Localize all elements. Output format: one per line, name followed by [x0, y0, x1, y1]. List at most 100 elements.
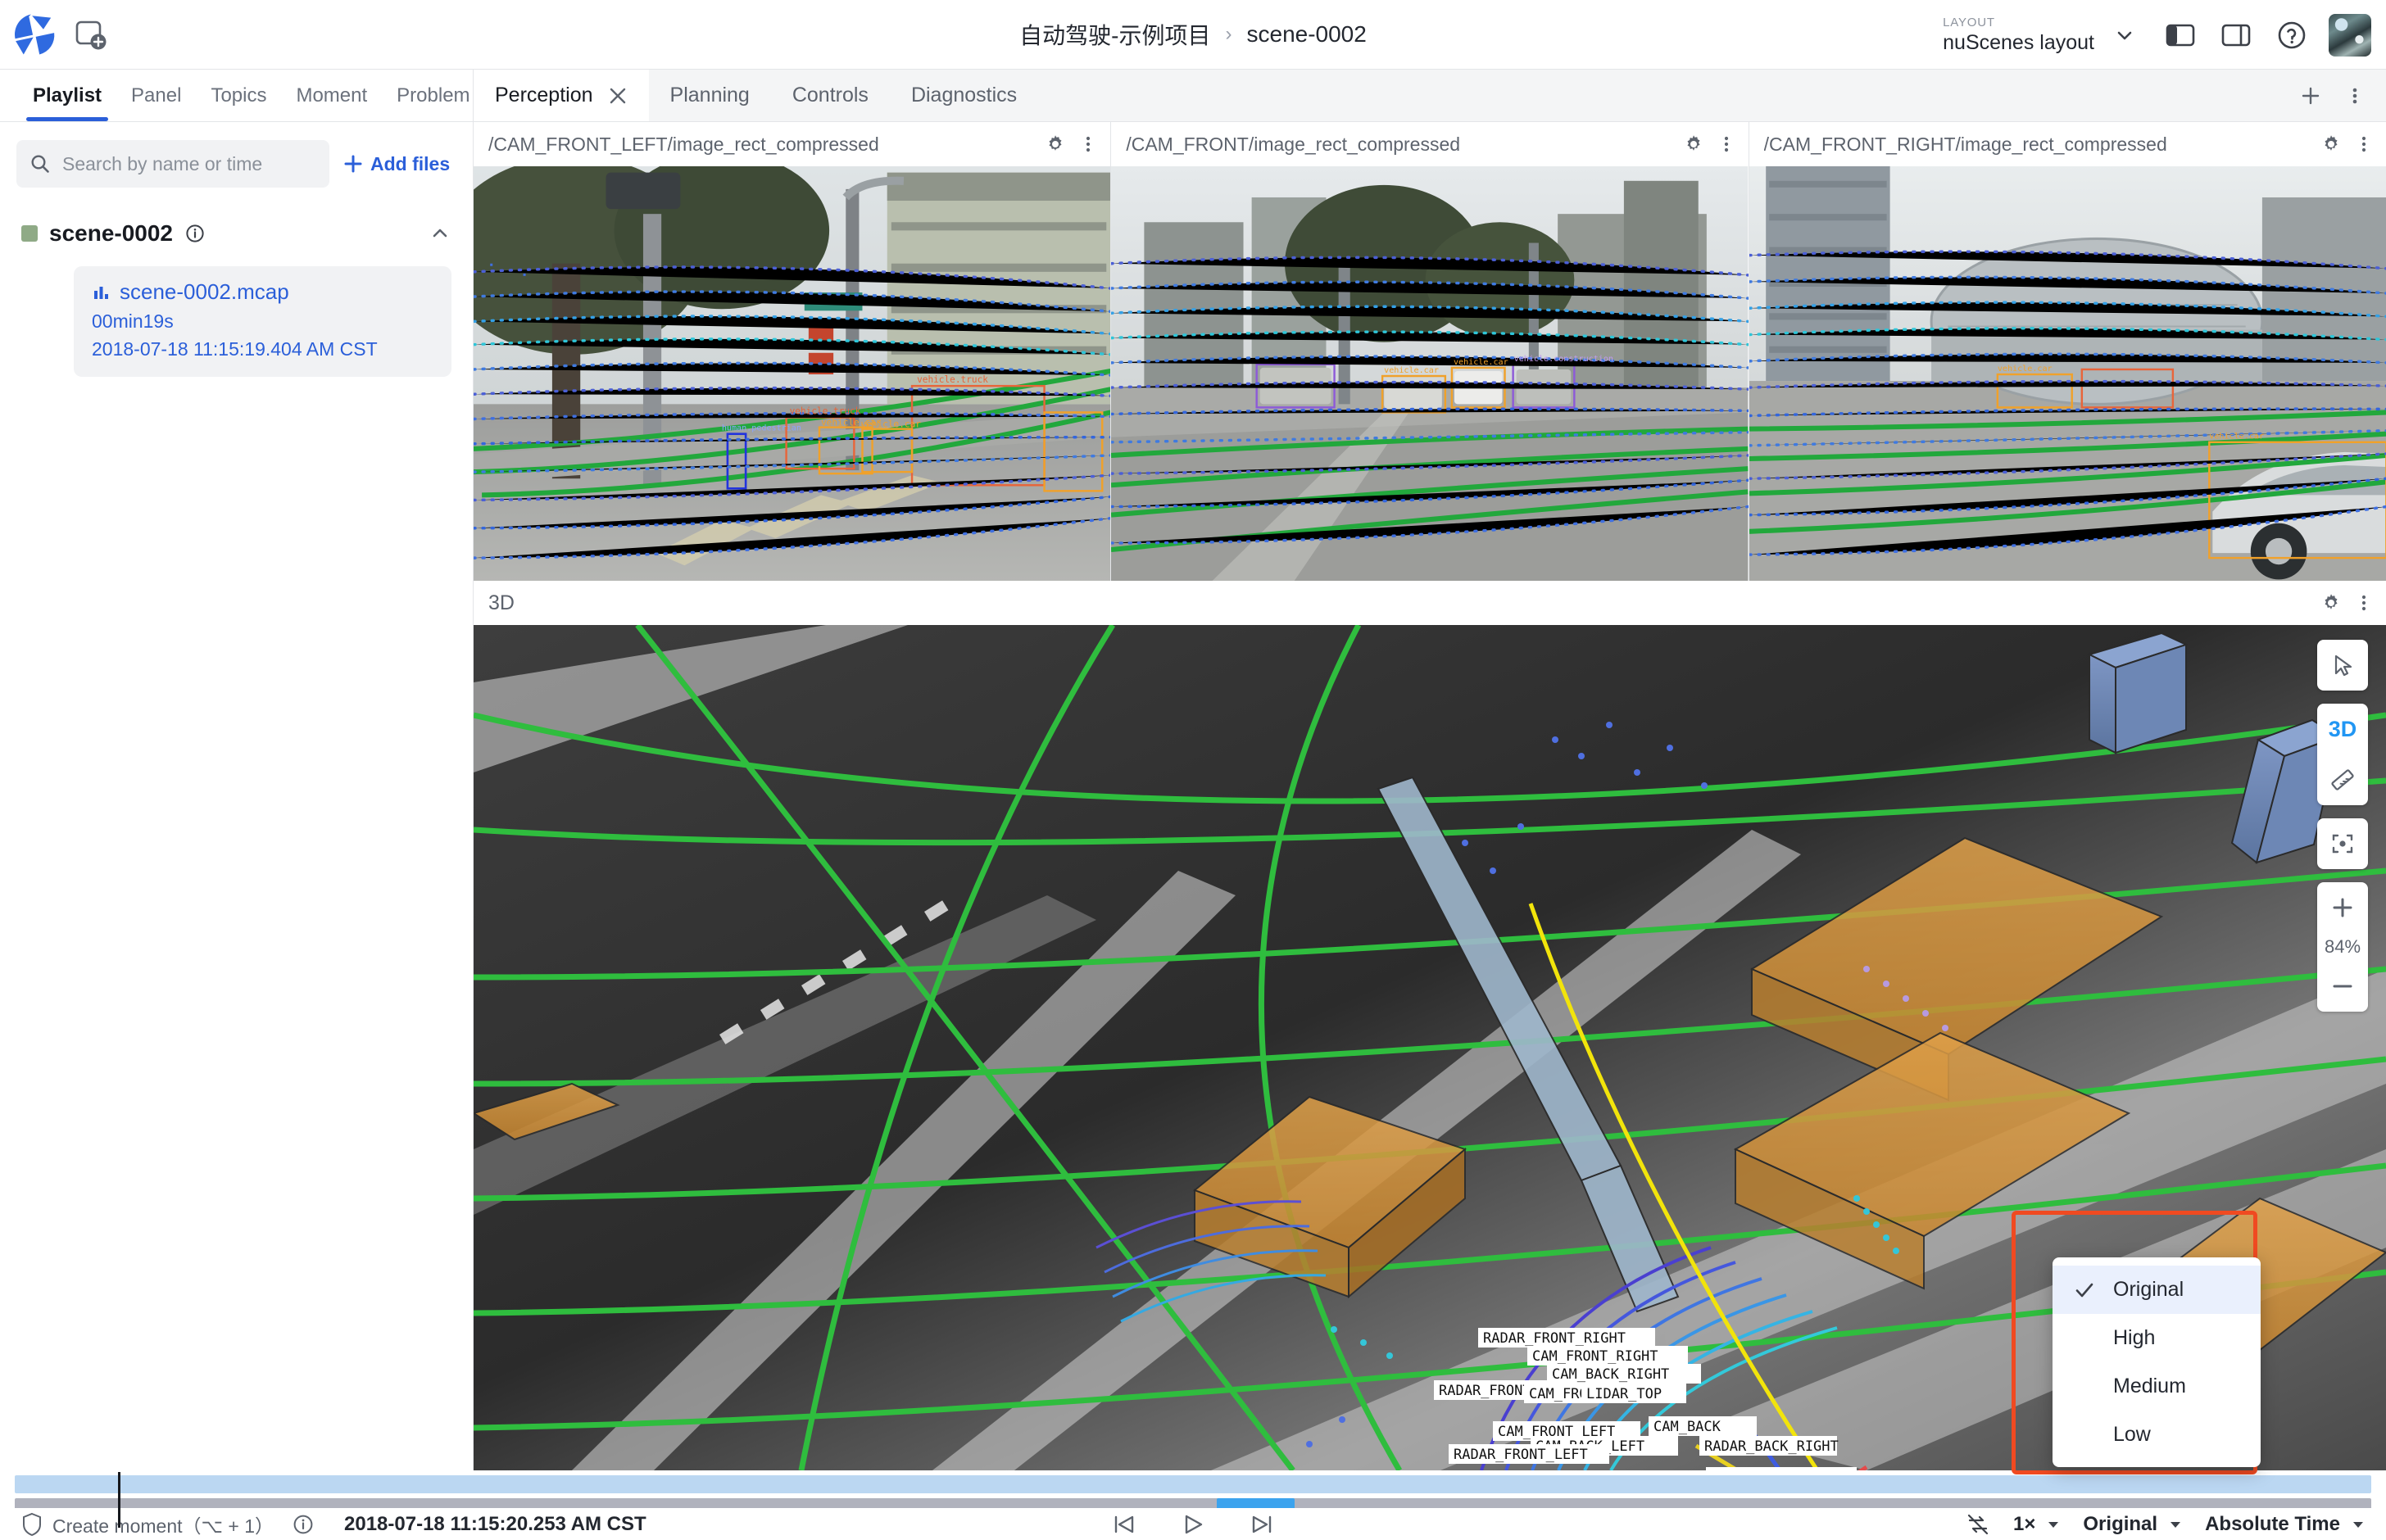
sidebar-search-row: Add files [0, 122, 473, 196]
perspective-toggle-button[interactable]: 3D [2317, 704, 2368, 754]
repeat-off-icon[interactable] [1964, 1511, 1992, 1538]
pointer-tool-group [2317, 640, 2368, 691]
chevron-down-icon[interactable] [2106, 16, 2143, 54]
gear-icon[interactable] [1683, 134, 1704, 155]
chevron-up-icon[interactable] [429, 222, 451, 245]
seek-back-button[interactable] [1109, 1510, 1139, 1539]
quality-option-medium[interactable]: Medium [2053, 1362, 2261, 1411]
sidebar-tab-label: Moment [296, 84, 368, 106]
more-vertical-icon[interactable] [1716, 134, 1737, 155]
quality-option-low[interactable]: Low [2053, 1411, 2261, 1459]
breadcrumb-scene[interactable]: scene-0002 [1246, 21, 1366, 48]
camera-panel-front-right: /CAM_FRONT_RIGHT/image_rect_compressed v… [1749, 122, 2386, 581]
more-vertical-icon[interactable] [1077, 134, 1099, 155]
camera-topic-title: /CAM_FRONT_RIGHT/image_rect_compressed [1763, 133, 2167, 155]
tab-planning[interactable]: Planning [649, 70, 771, 121]
left-sidebar-toggle-icon[interactable] [2161, 16, 2199, 54]
camera-topic-title: /CAM_FRONT/image_rect_compressed [1126, 133, 1461, 155]
camera-panel-front: /CAM_FRONT/image_rect_compressed vehicle… [1111, 122, 1749, 581]
bottom-bar-right: 1× Original Absolute Time [1964, 1511, 2366, 1538]
timeline-playhead[interactable] [118, 1472, 120, 1528]
file-name: scene-0002.mcap [120, 279, 289, 304]
svg-text:vehicle.car: vehicle.car [1454, 358, 1508, 367]
playlist-scene-header[interactable]: scene-0002 [0, 196, 473, 255]
gear-icon[interactable] [2320, 134, 2342, 155]
camera-image-front-left[interactable]: vehicle.truck vehicle.truck vehicle.car … [474, 166, 1111, 581]
sidebar-tab-label: Playlist [33, 84, 102, 106]
close-icon[interactable] [608, 86, 628, 106]
focus-target-icon[interactable] [2317, 818, 2368, 869]
sidebar-tab-label: Problem [397, 84, 470, 106]
camera-panel-header: /CAM_FRONT_RIGHT/image_rect_compressed [1749, 122, 2386, 166]
gear-icon[interactable] [2320, 592, 2342, 614]
svg-text:CAM_BACK: CAM_BACK [1653, 1419, 1721, 1435]
layout-selector[interactable]: LAYOUT nuScenes layout [1943, 16, 2143, 55]
tab-controls[interactable]: Controls [771, 70, 890, 121]
bottom-bar: Create moment（⌥ + 1） 2018-07-18 11:15:20… [0, 1508, 2386, 1540]
timeline-events-track[interactable] [15, 1475, 2371, 1493]
info-circle-icon[interactable] [184, 223, 206, 244]
camera-panel-header: /CAM_FRONT_LEFT/image_rect_compressed [474, 122, 1111, 166]
playback-speed-selector[interactable]: 1× [2013, 1513, 2062, 1536]
svg-text:vehicle.truck: vehicle.truck [790, 405, 861, 416]
sidebar-tab-panel[interactable]: Panel [116, 70, 196, 121]
avatar[interactable] [2329, 13, 2371, 57]
svg-text:human.pedestrian: human.pedestrian [722, 424, 801, 433]
timeline [0, 1470, 2386, 1528]
file-start-time: 2018-07-18 11:15:19.404 AM CST [92, 338, 378, 360]
add-tab-icon[interactable] [2299, 84, 2322, 107]
camera-image-front[interactable]: vehicle.car vehicle.car vehicle.construc… [1111, 166, 1749, 581]
info-circle-icon[interactable] [292, 1513, 315, 1536]
search-field[interactable] [16, 140, 329, 188]
zoom-out-button[interactable] [2317, 961, 2368, 1012]
sidebar-tab-moment[interactable]: Moment [281, 70, 382, 121]
tab-label: Planning [669, 84, 750, 106]
search-input[interactable] [62, 152, 316, 175]
sidebar-tab-playlist[interactable]: Playlist [18, 70, 116, 121]
panel-tab-bar: Perception Planning Controls Diagnostics [474, 70, 2386, 122]
bottom-bar-left: Create moment（⌥ + 1） 2018-07-18 11:15:20… [0, 1511, 646, 1538]
create-moment-label: Create moment（⌥ + 1） [52, 1515, 274, 1537]
threed-panel-header: 3D [474, 581, 2386, 625]
quality-dropdown-menu: Original High Medium Low [2053, 1257, 2261, 1467]
play-button[interactable] [1178, 1510, 1208, 1539]
sidebar-tab-problem[interactable]: Problem [382, 70, 473, 121]
svg-text:RADAR_FRONT: RADAR_FRONT [1439, 1383, 1531, 1399]
zoom-in-button[interactable] [2317, 882, 2368, 933]
sidebar-tabs: Playlist Panel Topics Moment Problem [0, 70, 473, 122]
more-vertical-icon[interactable] [2353, 134, 2375, 155]
quality-option-label: High [2113, 1326, 2156, 1349]
svg-text:RADAR_BACK_RIGHT: RADAR_BACK_RIGHT [1704, 1438, 1839, 1455]
camera-image-front-right[interactable]: vehicle.car vehicle.car [1749, 166, 2386, 581]
playback-controls [1109, 1510, 1277, 1539]
cursor-pointer-icon[interactable] [2317, 640, 2368, 691]
add-files-button[interactable]: Add files [342, 153, 450, 175]
quality-option-high[interactable]: High [2053, 1314, 2261, 1362]
tab-actions [2299, 70, 2386, 121]
time-mode-value: Absolute Time [2205, 1512, 2340, 1535]
quality-option-original[interactable]: Original [2053, 1266, 2261, 1314]
breadcrumb-project[interactable]: 自动驾驶-示例项目 [1019, 18, 1210, 51]
more-vertical-icon[interactable] [2353, 592, 2375, 614]
breadcrumb: 自动驾驶-示例项目 › scene-0002 [1019, 18, 1367, 51]
playlist-file-item[interactable]: scene-0002.mcap 00min19s 2018-07-18 11:1… [74, 266, 451, 377]
camera-panel-row: /CAM_FRONT_LEFT/image_rect_compressed ve… [474, 122, 2386, 581]
time-mode-selector[interactable]: Absolute Time [2205, 1513, 2366, 1536]
svg-text:vehicle.car: vehicle.car [1384, 366, 1439, 375]
tab-diagnostics[interactable]: Diagnostics [890, 70, 1038, 121]
tab-perception[interactable]: Perception [474, 70, 649, 121]
file-title-row: scene-0002.mcap [92, 279, 433, 305]
seek-forward-button[interactable] [1247, 1510, 1277, 1539]
sidebar-tab-topics[interactable]: Topics [196, 70, 281, 121]
camera-panel-header: /CAM_FRONT/image_rect_compressed [1111, 122, 1749, 166]
create-moment-button[interactable]: Create moment（⌥ + 1） [21, 1511, 274, 1538]
right-sidebar-toggle-icon[interactable] [2217, 16, 2255, 54]
quality-selector[interactable]: Original [2083, 1513, 2184, 1536]
more-vertical-icon[interactable] [2343, 84, 2366, 107]
help-circle-icon[interactable] [2273, 16, 2311, 54]
camera-panel-front-left: /CAM_FRONT_LEFT/image_rect_compressed ve… [474, 122, 1112, 581]
gear-icon[interactable] [1045, 134, 1066, 155]
ruler-icon[interactable] [2317, 754, 2368, 805]
tab-label: Controls [792, 84, 869, 106]
add-panel-icon[interactable] [72, 16, 110, 53]
